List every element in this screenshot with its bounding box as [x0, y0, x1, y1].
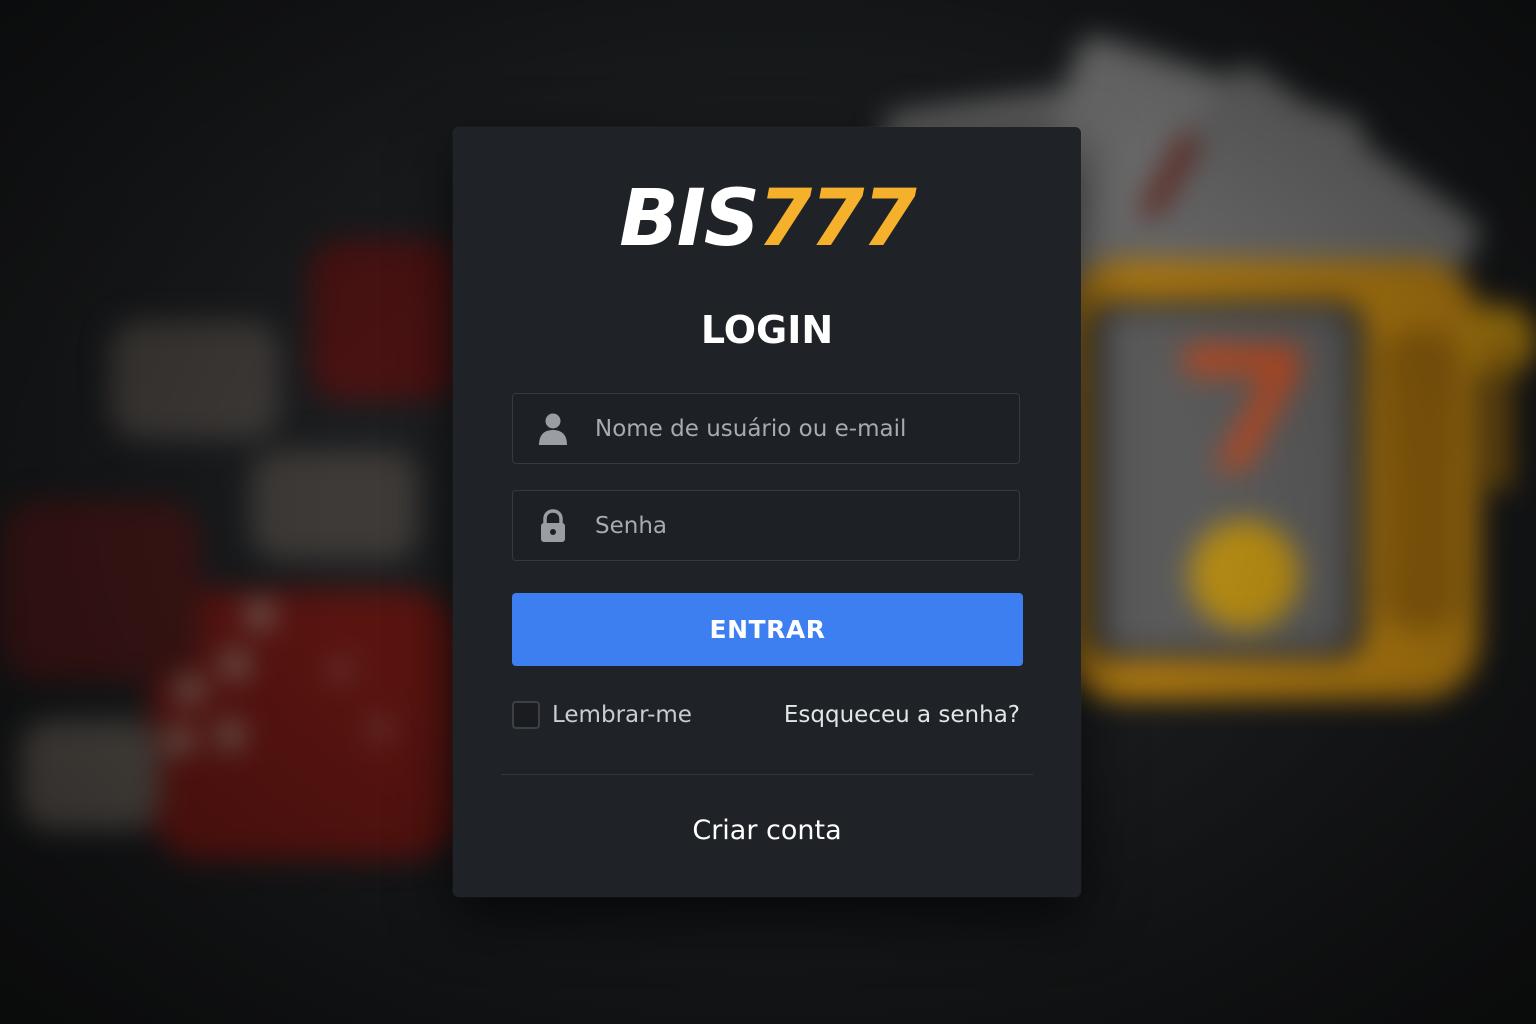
user-icon — [539, 413, 567, 445]
divider — [501, 774, 1033, 775]
login-screen: BIS777 LOGIN Nome de usuário ou e-mail S… — [0, 0, 1536, 1024]
slot-machine-graphic — [1060, 260, 1536, 700]
password-field[interactable]: Senha — [512, 490, 1020, 561]
remember-me-label[interactable]: Lembrar-me — [552, 699, 692, 731]
logo-text-primary: BIS — [619, 174, 760, 264]
logo-text-accent: 777 — [757, 174, 917, 264]
username-placeholder: Nome de usuário ou e-mail — [595, 416, 907, 442]
brand-logo: BIS777 — [453, 180, 1081, 258]
username-field[interactable]: Nome de usuário ou e-mail — [512, 393, 1020, 464]
forgot-password-link[interactable]: Esqqueceu a senha? — [784, 699, 1020, 731]
password-placeholder: Senha — [595, 513, 667, 539]
dice-graphic — [0, 240, 460, 860]
create-account-link[interactable]: Criar conta — [453, 813, 1081, 849]
remember-me-checkbox[interactable] — [512, 701, 540, 729]
login-button[interactable]: ENTRAR — [512, 593, 1023, 666]
page-title: LOGIN — [700, 308, 834, 352]
lock-icon — [541, 509, 565, 542]
login-card: BIS777 LOGIN Nome de usuário ou e-mail S… — [453, 127, 1081, 897]
